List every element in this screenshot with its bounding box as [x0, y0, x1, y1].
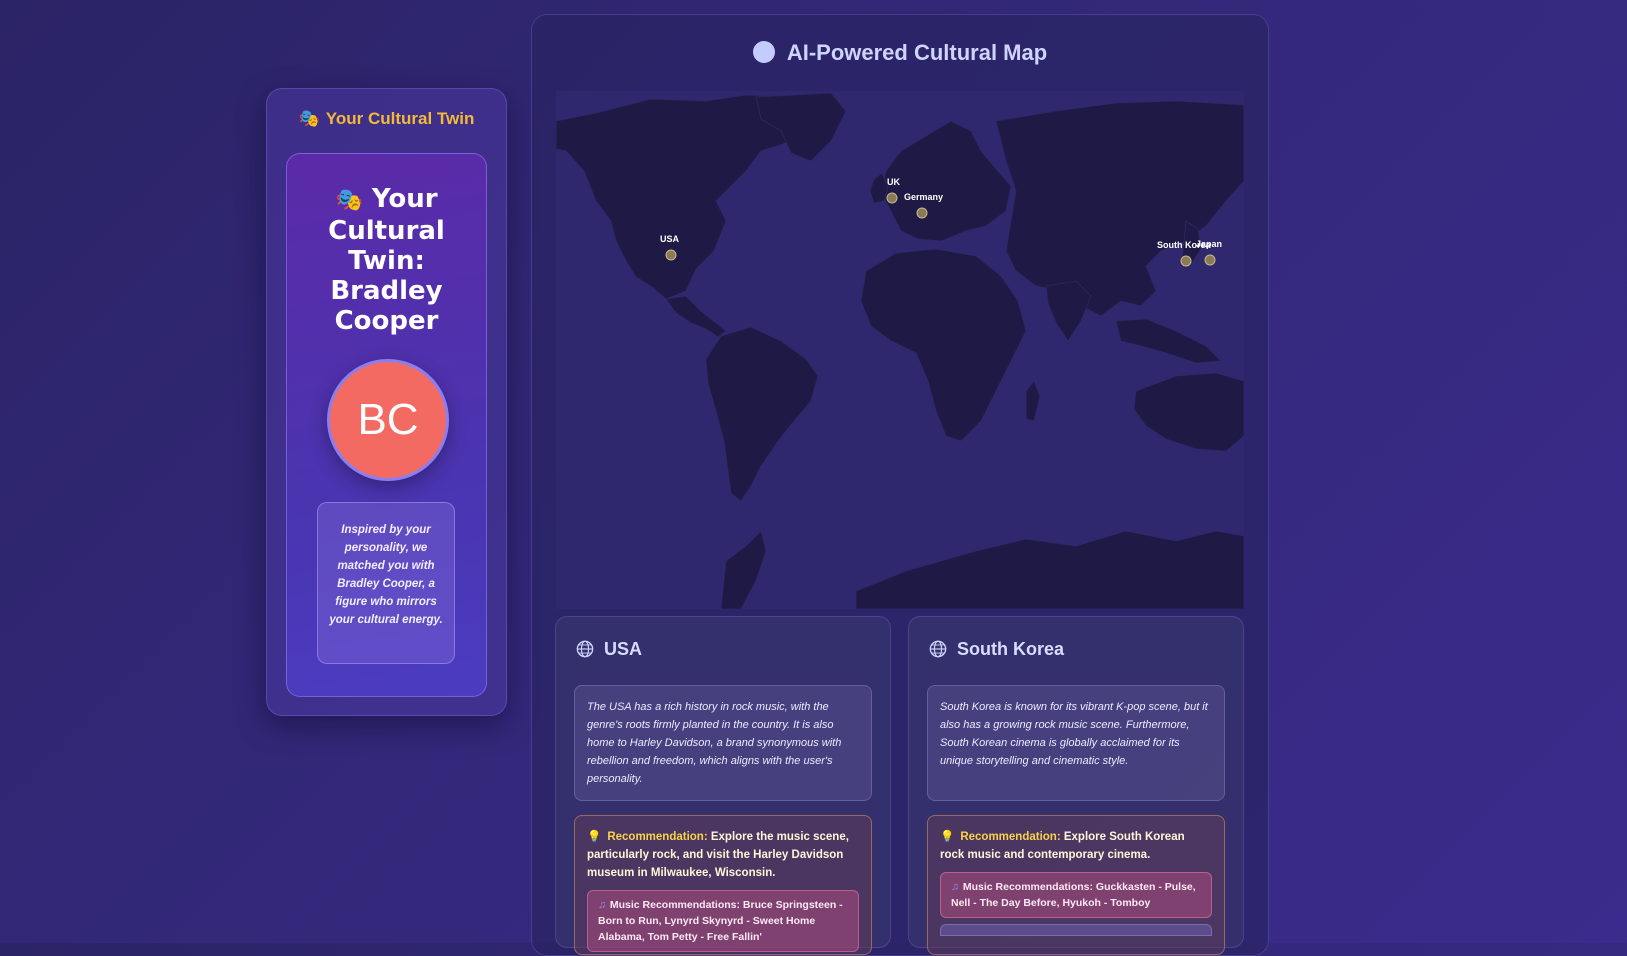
music-note-icon: ♫: [951, 881, 959, 893]
marker-dot-uk[interactable]: [886, 192, 898, 204]
theater-masks-icon: 🎭: [335, 188, 363, 213]
country-card-header: South Korea: [929, 639, 1064, 660]
music-recommendations: ♫ Music Recommendations: Guckkasten - Pul…: [940, 872, 1212, 918]
marker-label-usa: USA: [660, 234, 680, 244]
marker-label-germany: Germany: [904, 192, 943, 202]
lightbulb-icon: 💡: [587, 831, 602, 843]
marker-label-uk: UK: [887, 177, 900, 187]
australia-land: [1133, 372, 1244, 452]
europe-land: [880, 120, 1012, 242]
antarctica-land: [855, 530, 1244, 609]
twin-card-title: 🎭 Your Cultural Twin: Bradley Cooper: [297, 184, 476, 336]
recommendation-label: Recommendation:: [607, 831, 708, 843]
antarctic-peninsula-land: [720, 530, 767, 609]
globe-icon: [929, 640, 947, 658]
india-land: [1045, 280, 1092, 342]
world-map[interactable]: UK Germany USA South Korea Japan: [556, 91, 1244, 609]
southeast-asia-land: [1115, 318, 1222, 364]
marker-dot-japan[interactable]: [1204, 254, 1216, 266]
cultural-twin-panel: 🎭 Your Cultural Twin 🎭 Your Cultural Twin…: [266, 88, 507, 716]
music-note-icon: ♫: [598, 899, 606, 911]
africa-land: [860, 248, 1027, 442]
madagascar-land: [1025, 380, 1041, 422]
recommendation-label: Recommendation:: [960, 831, 1061, 843]
marker-dot-usa[interactable]: [665, 249, 677, 261]
world-map-svg[interactable]: UK Germany USA South Korea Japan: [556, 91, 1244, 609]
south-america-land: [705, 326, 819, 502]
asia-land: [995, 100, 1244, 317]
marker-dot-germany[interactable]: [916, 207, 928, 219]
avatar: BC: [327, 359, 449, 481]
marker-label-japan: Japan: [1196, 239, 1222, 249]
central-america-land: [665, 295, 727, 338]
marker-japan[interactable]: Japan: [1196, 239, 1222, 266]
country-card-header: USA: [576, 639, 642, 660]
globe-dot-icon: [752, 41, 775, 63]
twin-panel-header-text: Your Cultural Twin: [325, 109, 475, 128]
twin-panel-header: 🎭 Your Cultural Twin: [267, 109, 506, 129]
marker-dot-south-korea[interactable]: [1180, 255, 1192, 267]
country-name: USA: [604, 639, 643, 659]
map-title-text: AI-Powered Cultural Map: [786, 40, 1048, 65]
twin-card: 🎭 Your Cultural Twin: Bradley Cooper BC …: [286, 153, 487, 697]
map-title: AI-Powered Cultural Map: [532, 40, 1268, 66]
twin-description: Inspired by your personality, we matched…: [317, 502, 455, 664]
recommendation-box: 💡 Recommendation: Explore South Korean ro…: [927, 815, 1225, 955]
country-description: The USA has a rich history in rock music…: [574, 685, 872, 801]
country-description: South Korea is known for its vibrant K-p…: [927, 685, 1225, 801]
globe-icon: [576, 640, 594, 658]
country-card-south-korea: South Korea South Korea is known for its…: [908, 616, 1244, 955]
theater-masks-icon: 🎭: [298, 109, 320, 128]
lightbulb-icon: 💡: [940, 831, 955, 843]
country-name: South Korea: [957, 639, 1065, 659]
recommendation-box: 💡 Recommendation: Explore the music scene…: [574, 815, 872, 955]
additional-recommendation-box: [940, 924, 1212, 936]
music-recommendations-text: Music Recommendations: Guckkasten - Puls…: [951, 881, 1196, 909]
country-card-usa: USA The USA has a rich history in rock m…: [555, 616, 891, 955]
music-recommendations-text: Music Recommendations: Bruce Springsteen…: [598, 899, 843, 943]
